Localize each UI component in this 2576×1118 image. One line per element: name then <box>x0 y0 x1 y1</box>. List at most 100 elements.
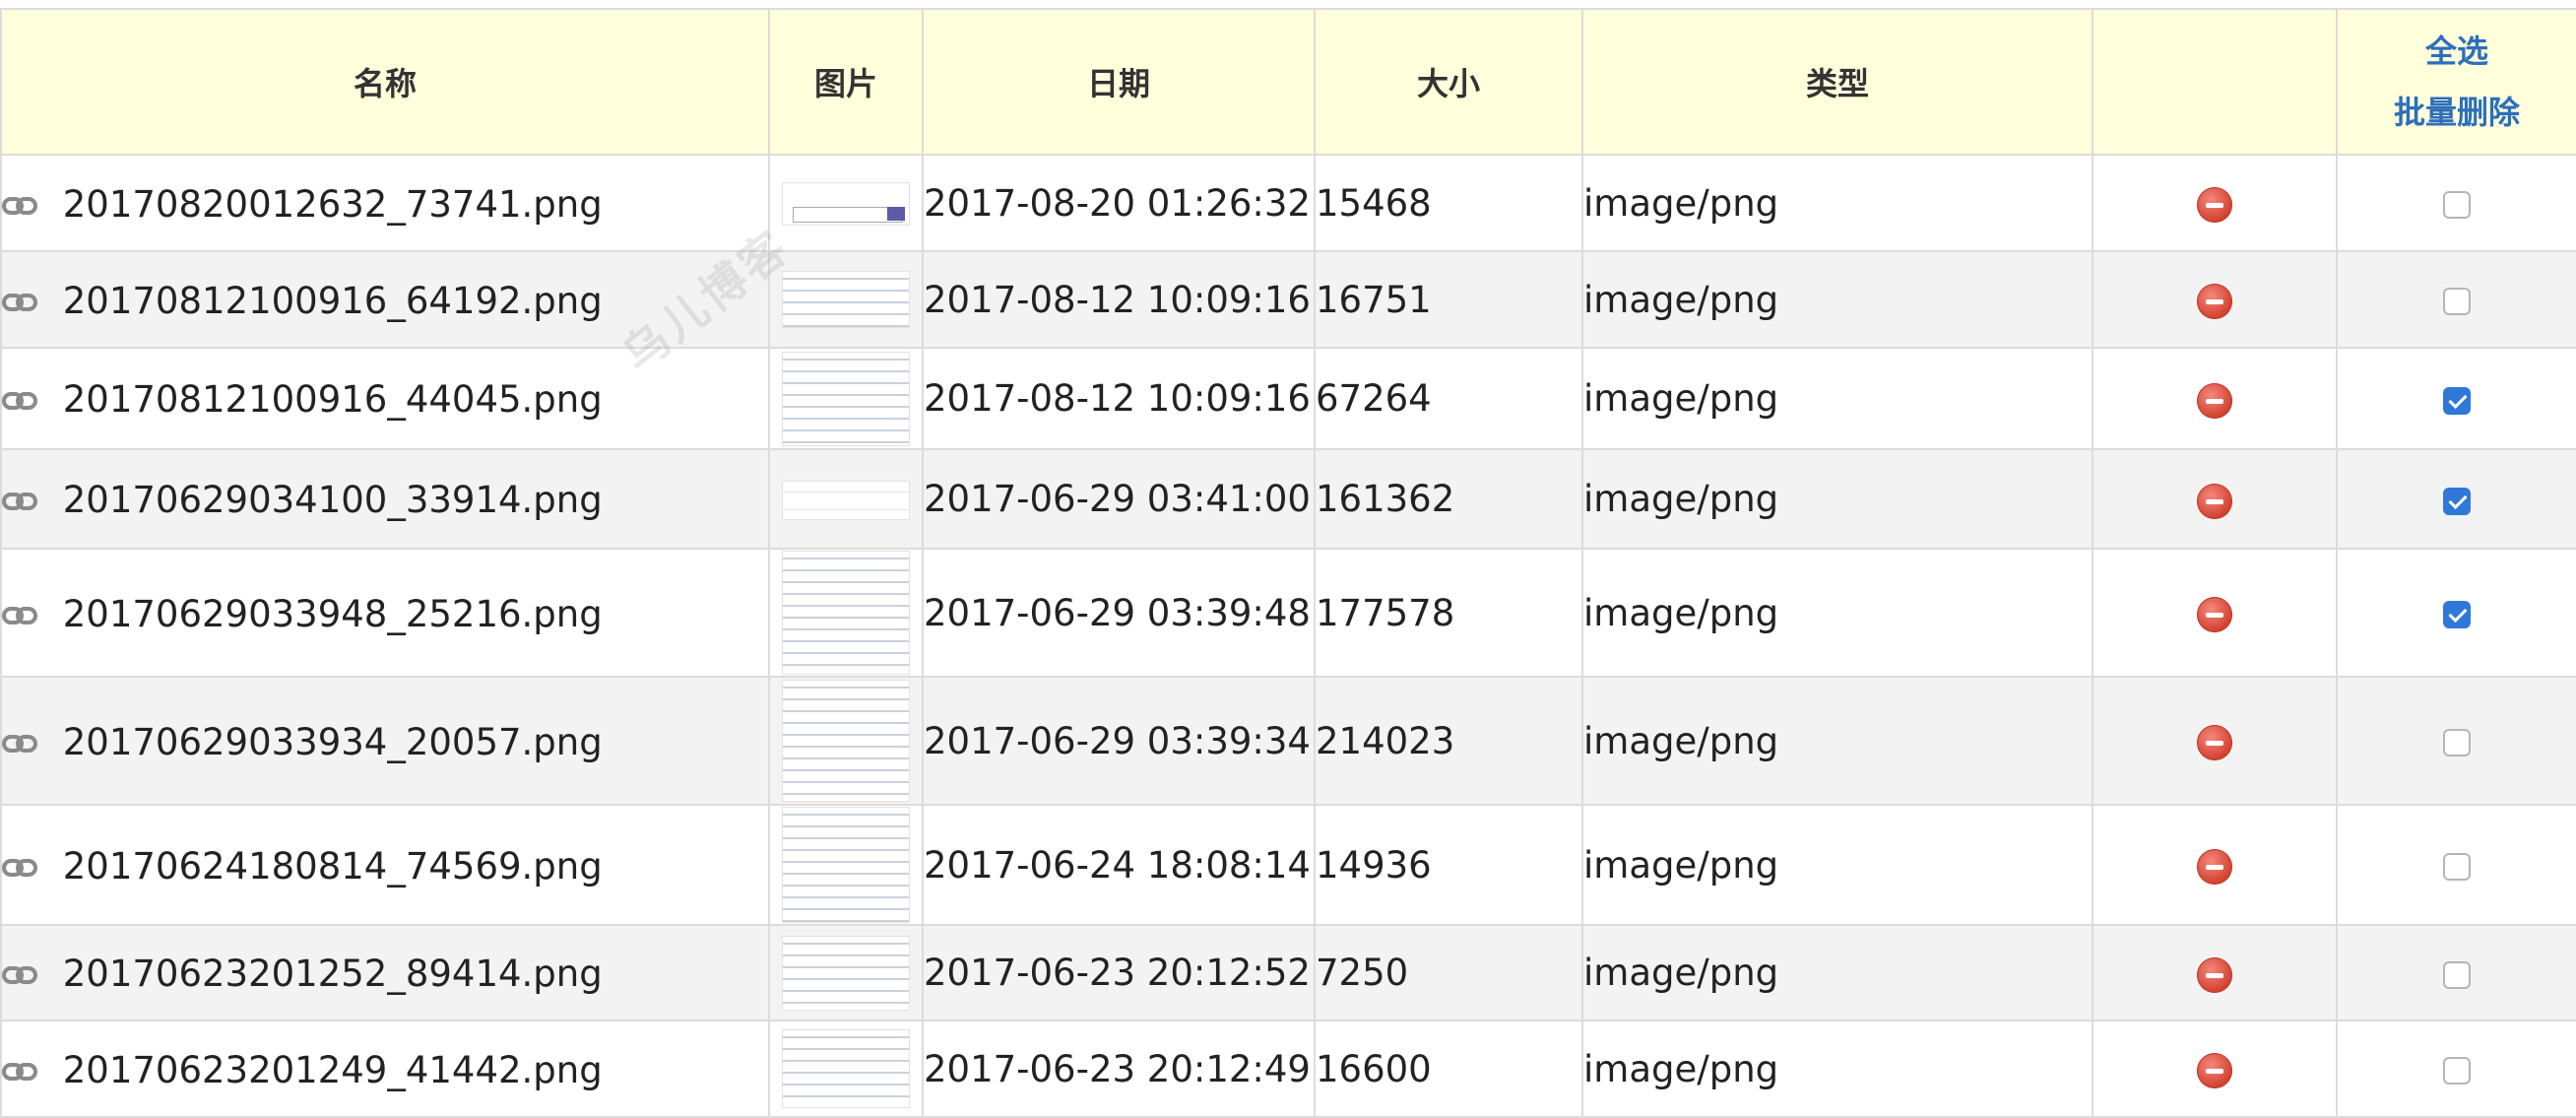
file-name-cell: 20170820012632_73741.png <box>0 154 770 252</box>
table-row: 20170812100916_44045.png 2017-08-12 10:0… <box>0 347 2576 450</box>
header-size: 大小 <box>1314 8 1583 156</box>
header-actions <box>2092 8 2338 156</box>
file-date: 2017-08-12 10:09:16 <box>922 347 1316 450</box>
thumbnail-cell <box>768 250 924 349</box>
delete-icon[interactable] <box>2197 284 2232 319</box>
file-name: 20170820012632_73741.png <box>62 182 603 226</box>
file-thumbnail[interactable] <box>782 351 910 446</box>
delete-cell <box>2092 154 2338 252</box>
link-icon <box>3 378 37 421</box>
delete-icon[interactable] <box>2197 725 2232 760</box>
file-type: image/png <box>1581 548 2093 678</box>
file-date: 2017-08-12 10:09:16 <box>922 250 1316 349</box>
file-name: 20170812100916_64192.png <box>62 279 603 322</box>
link-icon <box>3 1049 37 1091</box>
file-thumbnail[interactable] <box>782 181 910 226</box>
header-name: 名称 <box>0 8 770 156</box>
delete-icon[interactable] <box>2197 597 2232 632</box>
header-type: 类型 <box>1581 8 2093 156</box>
link-icon <box>3 479 37 521</box>
select-checkbox[interactable] <box>2443 386 2471 415</box>
thumbnail-cell <box>768 448 924 550</box>
table-row: 20170629033948_25216.png 2017-06-29 03:3… <box>0 548 2576 678</box>
file-date: 2017-06-29 03:41:00 <box>922 448 1316 550</box>
select-checkbox[interactable] <box>2443 487 2471 515</box>
select-checkbox[interactable] <box>2443 1057 2471 1085</box>
link-icon <box>3 280 37 322</box>
file-date: 2017-06-24 18:08:14 <box>922 804 1316 926</box>
select-checkbox[interactable] <box>2443 601 2471 628</box>
file-name-cell: 20170812100916_64192.png <box>0 250 770 349</box>
delete-cell <box>2092 347 2338 450</box>
thumbnail-cell <box>768 347 924 450</box>
file-size: 161362 <box>1314 448 1583 550</box>
delete-icon[interactable] <box>2197 956 2232 993</box>
delete-icon[interactable] <box>2197 382 2232 419</box>
file-size: 177578 <box>1314 548 1583 678</box>
file-size: 214023 <box>1314 676 1583 806</box>
file-date: 2017-06-29 03:39:34 <box>922 676 1316 806</box>
thumbnail-cell <box>768 924 924 1021</box>
file-name-cell: 20170812100916_44045.png <box>0 347 770 450</box>
link-icon <box>3 953 37 995</box>
file-name: 20170629033934_20057.png <box>62 720 603 763</box>
select-checkbox[interactable] <box>2443 960 2471 989</box>
file-name-cell: 20170629033948_25216.png <box>0 548 770 678</box>
file-name-cell: 20170629034100_33914.png <box>0 448 770 550</box>
table-header-row: 名称 图片 日期 大小 类型 全选 批量删除 <box>0 8 2576 156</box>
select-all-link[interactable]: 全选 <box>2338 21 2576 82</box>
file-thumbnail[interactable] <box>782 481 910 521</box>
delete-cell <box>2092 548 2338 678</box>
file-name-cell: 20170629033934_20057.png <box>0 676 770 806</box>
file-name: 20170812100916_44045.png <box>62 378 603 421</box>
file-size: 16751 <box>1314 250 1583 349</box>
delete-cell <box>2092 250 2338 349</box>
batch-delete-link[interactable]: 批量删除 <box>2338 82 2576 143</box>
select-checkbox[interactable] <box>2443 191 2471 219</box>
header-date: 日期 <box>922 8 1316 156</box>
delete-icon[interactable] <box>2197 483 2232 519</box>
file-thumbnail[interactable] <box>782 551 910 675</box>
thumbnail-cell <box>768 1019 924 1118</box>
delete-icon[interactable] <box>2197 1053 2232 1088</box>
file-thumbnail[interactable] <box>782 807 910 923</box>
delete-cell <box>2092 448 2338 550</box>
file-date: 2017-08-20 01:26:32 <box>922 154 1316 252</box>
file-thumbnail[interactable] <box>782 935 910 1011</box>
file-size: 14936 <box>1314 804 1583 926</box>
file-name: 20170629034100_33914.png <box>62 479 603 521</box>
select-cell <box>2336 1019 2576 1118</box>
file-date: 2017-06-23 20:12:52 <box>922 924 1316 1021</box>
file-type: image/png <box>1581 154 2093 252</box>
file-size: 15468 <box>1314 154 1583 252</box>
delete-icon[interactable] <box>2197 849 2232 885</box>
file-type: image/png <box>1581 448 2093 550</box>
link-icon <box>3 721 37 763</box>
file-thumbnail[interactable] <box>782 271 910 328</box>
file-date: 2017-06-23 20:12:49 <box>922 1019 1316 1118</box>
select-checkbox[interactable] <box>2443 729 2471 756</box>
file-size: 16600 <box>1314 1019 1583 1118</box>
file-table: 名称 图片 日期 大小 类型 全选 批量删除 20170820012632_73… <box>0 8 2576 1118</box>
file-type: image/png <box>1581 347 2093 450</box>
file-thumbnail[interactable] <box>782 1029 910 1108</box>
delete-cell <box>2092 804 2338 926</box>
select-cell <box>2336 924 2576 1021</box>
select-checkbox[interactable] <box>2443 853 2471 881</box>
select-checkbox[interactable] <box>2443 288 2471 315</box>
file-thumbnail[interactable] <box>782 680 910 802</box>
thumbnail-cell <box>768 676 924 806</box>
table-row: 20170624180814_74569.png 2017-06-24 18:0… <box>0 804 2576 926</box>
file-name: 20170624180814_74569.png <box>62 844 603 888</box>
file-name: 20170629033948_25216.png <box>62 592 603 635</box>
table-row: 20170629033934_20057.png 2017-06-29 03:3… <box>0 676 2576 806</box>
delete-cell <box>2092 924 2338 1021</box>
delete-cell <box>2092 1019 2338 1118</box>
delete-icon[interactable] <box>2197 187 2232 223</box>
thumbnail-cell <box>768 154 924 252</box>
table-row: 20170629034100_33914.png 2017-06-29 03:4… <box>0 448 2576 550</box>
file-type: image/png <box>1581 250 2093 349</box>
select-cell <box>2336 347 2576 450</box>
file-name-cell: 20170623201249_41442.png <box>0 1019 770 1118</box>
select-cell <box>2336 448 2576 550</box>
